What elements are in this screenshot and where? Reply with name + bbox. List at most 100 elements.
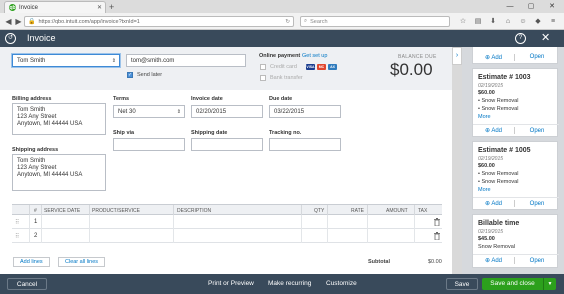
ship-via-field[interactable]: [113, 138, 185, 151]
download-icon[interactable]: ⬇: [488, 16, 498, 27]
help-icon[interactable]: ?: [515, 33, 526, 44]
add-link[interactable]: ⊕ Add: [473, 200, 515, 207]
extension-icon[interactable]: ◆: [533, 16, 543, 27]
card-item: Snow Removal: [481, 106, 519, 112]
browser-tab[interactable]: qb Invoice ✕: [4, 1, 106, 13]
tracking-field[interactable]: [269, 138, 341, 151]
reading-list-icon[interactable]: ▤: [473, 16, 483, 27]
more-link[interactable]: More: [478, 187, 491, 193]
billing-address-field[interactable]: Tom Smith 123 Any Street Anytown, MI 444…: [12, 103, 106, 135]
open-link[interactable]: Open: [515, 54, 559, 60]
estimate-card[interactable]: Estimate # 1005 02/19/2015 $60.00 • Snow…: [472, 141, 559, 210]
add-lines-button[interactable]: Add lines: [13, 257, 50, 267]
shipping-line: 123 Any Street: [17, 165, 57, 171]
shipping-address-field[interactable]: Tom Smith 123 Any Street Anytown, MI 444…: [12, 154, 106, 191]
open-link[interactable]: Open: [515, 201, 559, 207]
amex-icon: AX: [328, 64, 337, 70]
invoice-date-field[interactable]: 02/20/2015: [191, 105, 263, 118]
forward-icon[interactable]: ▶: [13, 16, 24, 27]
suggestions-panel: ⊕ Add Open Estimate # 1003 02/19/2015 $6…: [462, 47, 564, 274]
card-item: Snow Removal: [481, 179, 519, 185]
close-tab-icon[interactable]: ✕: [97, 4, 102, 11]
estimate-card[interactable]: Estimate # 1003 02/19/2015 $60.00 • Snow…: [472, 68, 559, 137]
col-header: PRODUCT/SERVICE: [92, 208, 140, 214]
close-icon[interactable]: ✕: [541, 31, 550, 44]
make-recurring-button[interactable]: Make recurring: [268, 278, 311, 290]
add-link[interactable]: ⊕ Add: [473, 127, 515, 134]
maximize-icon[interactable]: ▢: [521, 0, 541, 12]
chat-icon[interactable]: ☺: [518, 16, 528, 27]
due-date-label: Due date: [269, 96, 293, 102]
bank-transfer-checkbox[interactable]: [260, 75, 266, 81]
billing-line: 123 Any Street: [17, 114, 57, 120]
card-title: Estimate # 1003: [478, 74, 531, 81]
col-header: #: [34, 208, 37, 214]
add-link[interactable]: ⊕ Add: [473, 257, 515, 264]
customer-name-value: Tom Smith: [17, 57, 46, 64]
send-later-label: Send later: [137, 72, 163, 78]
chevron-down-icon[interactable]: ▼: [544, 278, 556, 290]
chevron-updown-icon: ⇕: [176, 108, 181, 115]
card-item: Snow Removal: [481, 171, 519, 177]
footer-bar: Cancel Print or Preview Make recurring C…: [0, 274, 564, 294]
close-window-icon[interactable]: ✕: [542, 0, 562, 12]
browser-search-input[interactable]: ⌕ Search: [300, 16, 450, 27]
new-tab-icon[interactable]: +: [109, 2, 119, 12]
col-header: AMOUNT: [386, 208, 408, 214]
terms-label: Terms: [113, 96, 130, 102]
shipping-line: Anytown, MI 44444 USA: [17, 172, 83, 178]
subtotal-value: $0.00: [428, 259, 442, 265]
minimize-icon[interactable]: —: [500, 0, 520, 12]
customize-button[interactable]: Customize: [326, 278, 357, 290]
home-icon[interactable]: ⌂: [503, 16, 513, 27]
print-preview-button[interactable]: Print or Preview: [208, 278, 254, 290]
page-title: Invoice: [27, 33, 56, 43]
billing-line: Anytown, MI 44444 USA: [17, 121, 83, 127]
add-link[interactable]: ⊕ Add: [473, 53, 515, 61]
history-icon[interactable]: ↺: [5, 33, 16, 44]
more-link[interactable]: More: [478, 114, 491, 120]
menu-icon[interactable]: ≡: [548, 16, 558, 27]
terms-select[interactable]: Net 30 ⇕: [113, 105, 185, 118]
add-label: Add: [491, 128, 503, 134]
credit-card-checkbox[interactable]: [260, 64, 266, 70]
reload-icon[interactable]: ↻: [285, 19, 290, 25]
col-header: TAX: [418, 208, 428, 214]
billing-line: Tom Smith: [17, 107, 46, 113]
row-number: 1: [34, 219, 38, 225]
open-link[interactable]: Open: [515, 258, 559, 264]
trash-icon[interactable]: [434, 218, 440, 226]
col-header: RATE: [351, 208, 364, 214]
browser-toolbar: ◀ ▶ 🔒 https://qbo.intuit.com/app/invoice…: [0, 13, 564, 30]
add-label: Add: [491, 54, 503, 61]
url-text: https://qbo.intuit.com/app/invoice?txnId…: [38, 18, 140, 25]
card-title: Estimate # 1005: [478, 147, 531, 154]
save-button[interactable]: Save: [446, 278, 478, 290]
trash-icon[interactable]: [434, 232, 440, 240]
invoice-date-label: Invoice date: [191, 96, 223, 102]
due-date-value: 03/22/2015: [274, 108, 305, 115]
bank-transfer-label: Bank transfer: [270, 75, 303, 81]
send-later-checkbox[interactable]: ✓: [127, 72, 133, 78]
billable-time-card[interactable]: Billable time 02/19/2015 $45.00 Snow Rem…: [472, 214, 559, 268]
drag-handle-icon[interactable]: ⠿: [15, 233, 19, 240]
shipping-date-field[interactable]: [191, 138, 263, 151]
drag-handle-icon[interactable]: ⠿: [15, 219, 19, 226]
terms-value: Net 30: [118, 108, 136, 115]
card-date: 02/19/2015: [478, 156, 504, 162]
table-row[interactable]: ⠿ 1: [12, 215, 442, 229]
address-bar[interactable]: 🔒 https://qbo.intuit.com/app/invoice?txn…: [24, 16, 294, 27]
due-date-field[interactable]: 03/22/2015: [269, 105, 341, 118]
cancel-button[interactable]: Cancel: [7, 278, 47, 290]
customer-select[interactable]: Tom Smith ⇕: [12, 54, 120, 67]
save-and-close-button[interactable]: Save and close ▼: [482, 278, 556, 290]
clear-all-lines-button[interactable]: Clear all lines: [58, 257, 106, 267]
email-field[interactable]: tom@smith.com: [126, 54, 246, 67]
table-row[interactable]: ⠿ 2: [12, 229, 442, 243]
add-label: Add: [491, 201, 503, 207]
get-set-up-link[interactable]: Get set up: [302, 53, 327, 59]
save-and-close-label: Save and close: [482, 278, 544, 290]
open-link[interactable]: Open: [515, 128, 559, 134]
star-icon[interactable]: ☆: [458, 16, 468, 27]
chevron-right-icon[interactable]: ›: [452, 47, 462, 65]
